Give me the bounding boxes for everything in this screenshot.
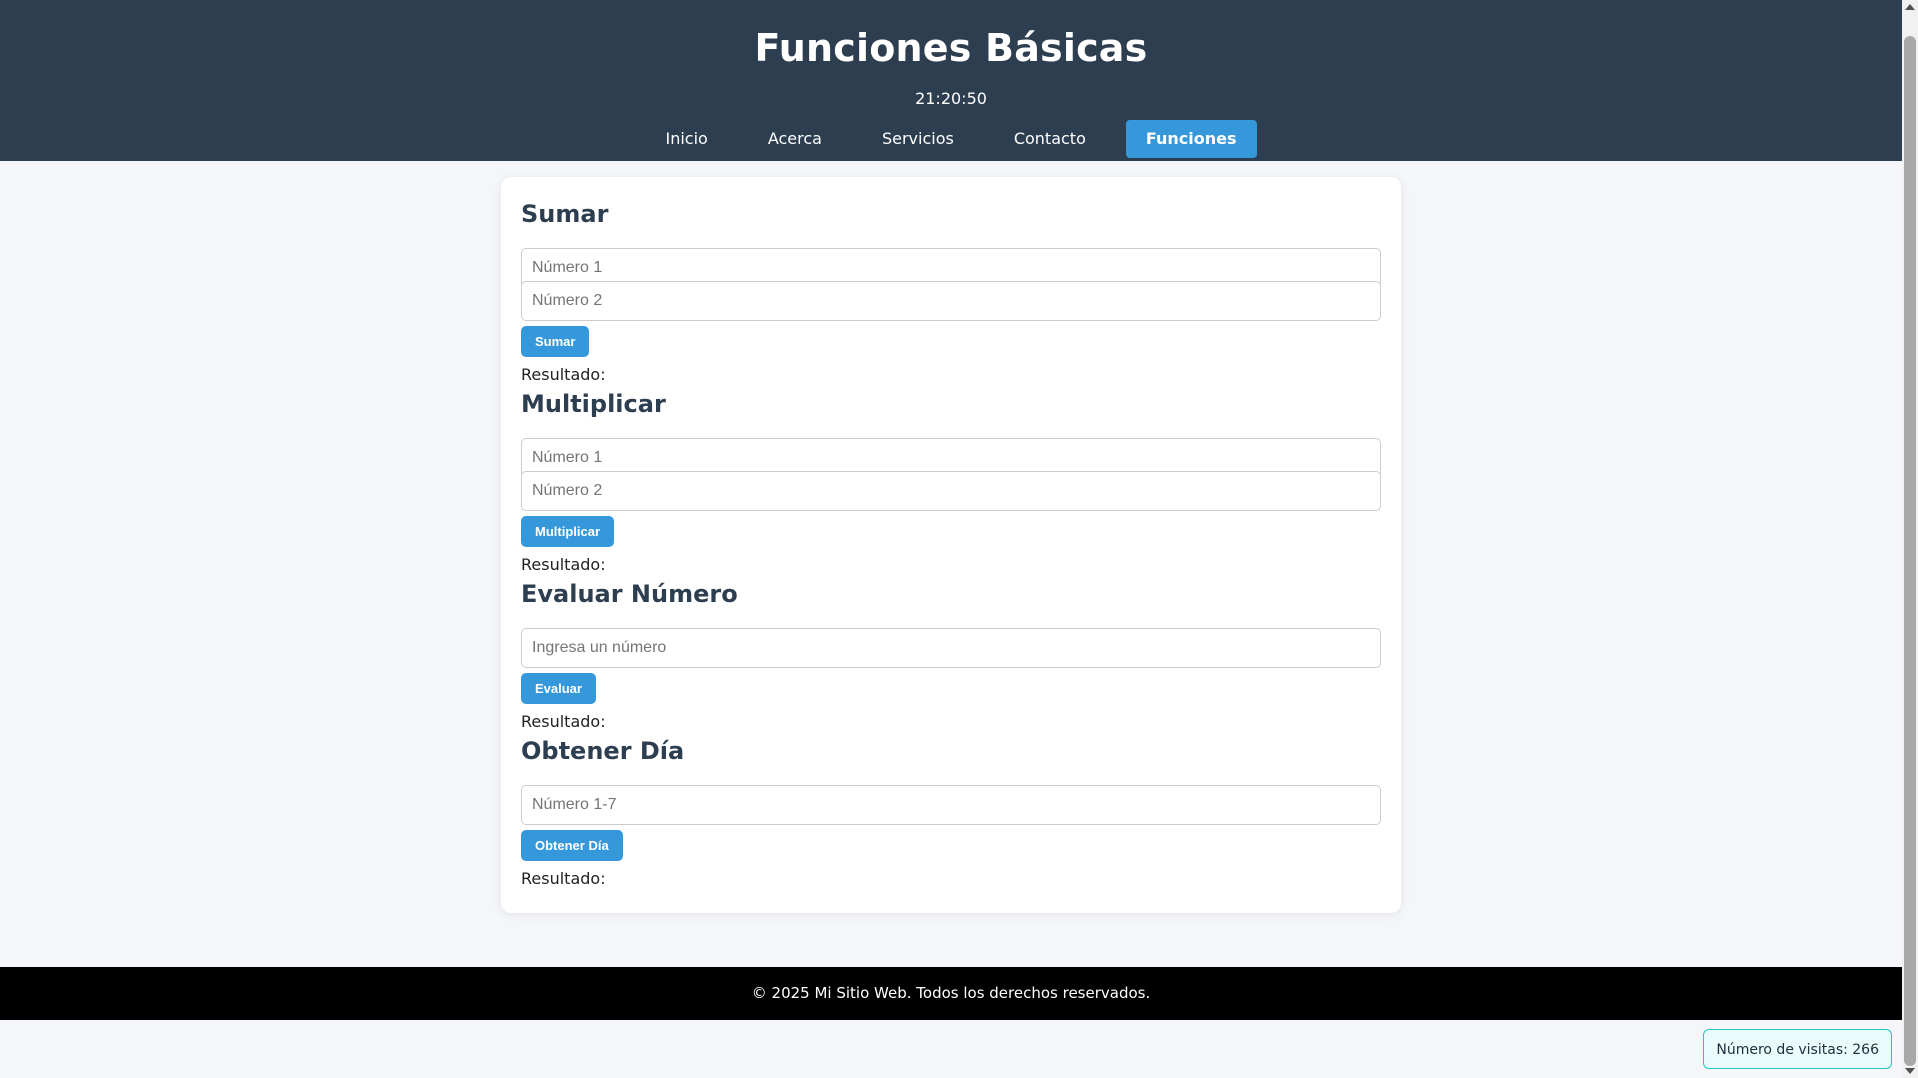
scrollbar-thumb[interactable] <box>1904 36 1916 1066</box>
obtener-dia-button[interactable]: Obtener Día <box>521 830 623 861</box>
main-content: Sumar Sumar Resultado: Multiplicar Multi… <box>0 161 1902 913</box>
site-header: Funciones Básicas 21:20:50 Inicio Acerca… <box>0 0 1902 161</box>
dia-result: Resultado: <box>521 869 606 888</box>
scroll-down-arrow-icon[interactable] <box>1905 1068 1915 1074</box>
page-title: Funciones Básicas <box>754 26 1148 70</box>
sumar-result: Resultado: <box>521 365 606 384</box>
nav-contacto[interactable]: Contacto <box>994 120 1106 158</box>
functions-card: Sumar Sumar Resultado: Multiplicar Multi… <box>501 177 1401 913</box>
main-nav: Inicio Acerca Servicios Contacto Funcion… <box>0 120 1902 158</box>
vertical-scrollbar[interactable] <box>1902 0 1918 1078</box>
visit-counter: Número de visitas: 266 <box>1703 1029 1892 1069</box>
multiplicar-title: Multiplicar <box>521 390 666 418</box>
scroll-up-arrow-icon[interactable] <box>1905 4 1915 10</box>
footer-text: © 2025 Mi Sitio Web. Todos los derechos … <box>751 984 1151 1002</box>
sumar-number2-input[interactable] <box>521 281 1381 321</box>
sumar-button[interactable]: Sumar <box>521 326 590 357</box>
nav-acerca[interactable]: Acerca <box>748 120 842 158</box>
evaluar-result: Resultado: <box>521 712 606 731</box>
nav-inicio[interactable]: Inicio <box>645 120 727 158</box>
sumar-title: Sumar <box>521 200 609 228</box>
visit-counter-text: Número de visitas: 266 <box>1716 1042 1879 1058</box>
multiplicar-button[interactable]: Multiplicar <box>521 516 615 547</box>
page: Funciones Básicas 21:20:50 Inicio Acerca… <box>0 0 1902 1078</box>
clock: 21:20:50 <box>915 89 987 108</box>
evaluar-number-input[interactable] <box>521 628 1381 668</box>
evaluar-title: Evaluar Número <box>521 580 738 608</box>
site-footer: © 2025 Mi Sitio Web. Todos los derechos … <box>0 967 1902 1020</box>
nav-funciones[interactable]: Funciones <box>1125 120 1257 158</box>
nav-servicios[interactable]: Servicios <box>862 120 974 158</box>
multiplicar-number2-input[interactable] <box>521 471 1381 511</box>
evaluar-button[interactable]: Evaluar <box>521 673 596 704</box>
multiplicar-result: Resultado: <box>521 555 606 574</box>
dia-number-input[interactable] <box>521 785 1381 825</box>
dia-title: Obtener Día <box>521 737 685 765</box>
